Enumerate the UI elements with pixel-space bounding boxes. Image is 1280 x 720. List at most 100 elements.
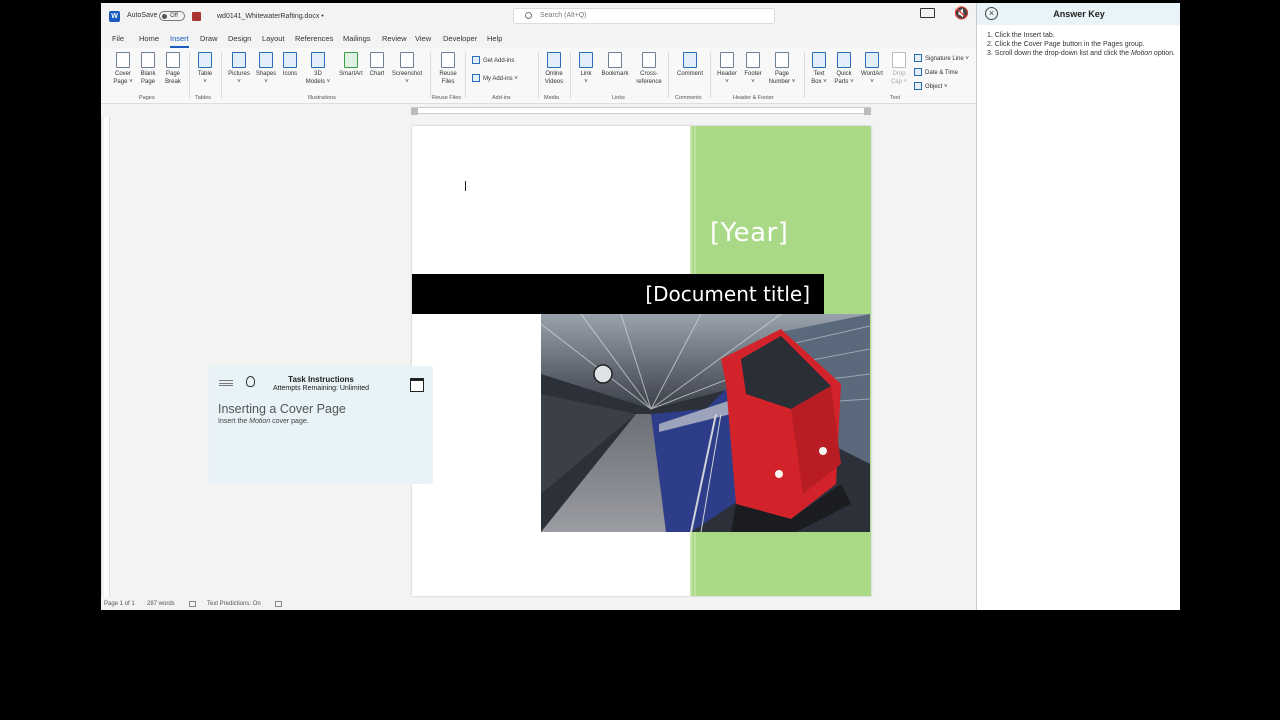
link-button[interactable]: Link ˅: [576, 52, 596, 86]
object-button[interactable]: Object ˅: [914, 82, 948, 90]
signature-line-button[interactable]: Signature Line ˅: [914, 54, 969, 62]
wordart-button[interactable]: WordArt ˅: [857, 52, 887, 86]
chart-icon: [370, 52, 384, 68]
ruler-margin: [864, 108, 871, 115]
answer-step: 3. Scroll down the drop-down list and cl…: [987, 50, 1175, 57]
horizontal-ruler[interactable]: [411, 107, 871, 115]
quick-parts-button[interactable]: Quick Parts ˅: [832, 52, 856, 86]
ribbon-divider: [710, 52, 711, 98]
accessibility-icon[interactable]: [275, 601, 282, 607]
online-videos-button[interactable]: Online Videos: [542, 52, 566, 86]
my-addins-button[interactable]: My Add-ins ˅: [472, 74, 518, 82]
autosave-toggle[interactable]: Off: [159, 11, 185, 21]
task-description: Insert the Motion cover page.: [218, 418, 309, 425]
bookmark-button[interactable]: Bookmark: [598, 52, 632, 78]
title-bar: W AutoSave Off wd0141_WhitewaterRafting.…: [101, 3, 976, 29]
reuse-files-icon: [441, 52, 455, 68]
minimize-panel-icon[interactable]: [410, 378, 424, 392]
comment-icon: [683, 52, 697, 68]
footer-button[interactable]: Footer ˅: [741, 52, 765, 86]
cover-page-icon: [116, 52, 130, 68]
proofing-icon[interactable]: [189, 601, 196, 607]
text-box-icon: [812, 52, 826, 68]
page-break-icon: [166, 52, 180, 68]
vertical-ruler[interactable]: [104, 117, 110, 597]
page-count[interactable]: Page 1 of 1: [104, 601, 135, 607]
tab-developer[interactable]: Developer: [443, 34, 477, 43]
tab-help[interactable]: Help: [487, 34, 502, 43]
tab-design[interactable]: Design: [228, 34, 251, 43]
word-window: W AutoSave Off wd0141_WhitewaterRafting.…: [101, 3, 1180, 610]
date-time-button[interactable]: Date & Time: [914, 68, 958, 76]
ribbon-divider: [189, 52, 190, 98]
document-page[interactable]: [Year] [Document title]: [412, 126, 871, 596]
group-header-footer: Header & Footer: [733, 95, 774, 101]
comment-button[interactable]: Comment: [673, 52, 707, 78]
tab-draw[interactable]: Draw: [200, 34, 218, 43]
pictures-icon: [232, 52, 246, 68]
task-heading: Inserting a Cover Page: [218, 402, 346, 416]
blank-page-button[interactable]: Blank Page: [137, 52, 159, 86]
page-number-icon: [775, 52, 789, 68]
group-addins: Add-ins: [492, 95, 511, 101]
tab-layout[interactable]: Layout: [262, 34, 285, 43]
close-icon[interactable]: ×: [985, 7, 998, 20]
page-number-button[interactable]: Page Number ˅: [766, 52, 798, 86]
answer-step: 1. Click the Insert tab.: [987, 32, 1055, 39]
tab-view[interactable]: View: [415, 34, 431, 43]
pictures-button[interactable]: Pictures ˅: [226, 52, 252, 86]
status-bar: Page 1 of 1 287 words Text Predictions: …: [101, 598, 976, 610]
answer-key-pane: Answer Key × 1. Click the Insert tab. 2.…: [976, 3, 1180, 610]
tab-references[interactable]: References: [295, 34, 333, 43]
word-count[interactable]: 287 words: [147, 601, 175, 607]
search-input[interactable]: Search (Alt+Q): [513, 8, 775, 24]
chart-button[interactable]: Chart: [367, 52, 387, 78]
tab-mailings[interactable]: Mailings: [343, 34, 371, 43]
answer-step: 2. Click the Cover Page button in the Pa…: [987, 41, 1145, 48]
year-placeholder[interactable]: [Year]: [710, 218, 788, 248]
answer-steps: 1. Click the Insert tab. 2. Click the Co…: [987, 31, 1177, 58]
signature-icon: [914, 54, 922, 62]
icons-icon: [283, 52, 297, 68]
store-icon: [472, 56, 480, 64]
cover-page-button[interactable]: Cover Page ˅: [111, 52, 135, 86]
addins-icon: [472, 74, 480, 82]
text-box-button[interactable]: Text Box ˅: [808, 52, 830, 86]
get-addins-button[interactable]: Get Add-ins: [472, 56, 514, 64]
ribbon-divider: [430, 52, 431, 98]
group-pages: Pages: [139, 95, 155, 101]
tab-review[interactable]: Review: [382, 34, 407, 43]
drop-cap-button[interactable]: Drop Cap ˅: [888, 52, 910, 86]
tab-file[interactable]: File: [112, 34, 124, 43]
header-button[interactable]: Header ˅: [714, 52, 740, 86]
mute-icon[interactable]: 🔇: [954, 6, 969, 20]
screenshot-button[interactable]: Screenshot ˅: [390, 52, 424, 86]
shapes-button[interactable]: Shapes ˅: [254, 52, 278, 86]
icons-button[interactable]: Icons: [280, 52, 300, 78]
bookmark-icon: [608, 52, 622, 68]
3d-models-button[interactable]: 3D Models ˅: [304, 52, 332, 86]
reuse-files-button[interactable]: Reuse Files: [436, 52, 460, 86]
task-title: Task Instructions: [288, 375, 354, 384]
page-break-button[interactable]: Page Break: [162, 52, 184, 86]
quick-parts-icon: [837, 52, 851, 68]
file-name[interactable]: wd0141_WhitewaterRafting.docx •: [217, 13, 324, 20]
train-photo[interactable]: [541, 314, 870, 532]
keyboard-icon[interactable]: [920, 8, 935, 18]
document-title-placeholder[interactable]: [Document title]: [645, 282, 810, 306]
screenshot-icon: [400, 52, 414, 68]
ribbon-tabs: File Home Insert Draw Design Layout Refe…: [101, 31, 976, 48]
table-button[interactable]: Table ˅: [194, 52, 216, 86]
cross-reference-button[interactable]: Cross-reference: [634, 52, 664, 86]
video-icon: [547, 52, 561, 68]
text-predictions[interactable]: Text Predictions: On: [207, 601, 261, 607]
cross-reference-icon: [642, 52, 656, 68]
title-band: [Document title]: [412, 274, 824, 314]
smartart-button[interactable]: SmartArt: [337, 52, 365, 78]
ribbon-divider: [668, 52, 669, 98]
wordart-icon: [865, 52, 879, 68]
save-icon[interactable]: [192, 12, 201, 21]
answer-key-title: Answer Key: [977, 3, 1180, 25]
tab-insert[interactable]: Insert: [170, 34, 189, 48]
tab-home[interactable]: Home: [139, 34, 159, 43]
